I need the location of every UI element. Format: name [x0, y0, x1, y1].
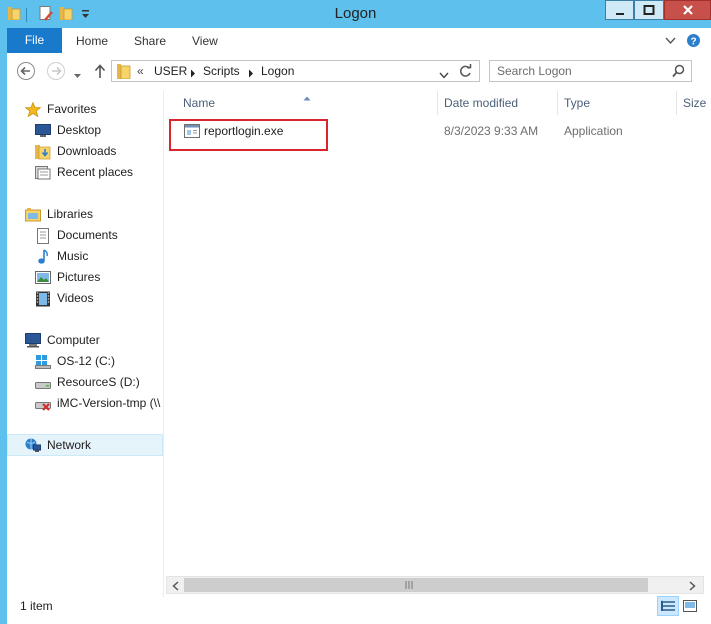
search-box[interactable] [489, 60, 692, 82]
search-input[interactable] [497, 62, 662, 80]
scroll-right-icon[interactable] [689, 580, 696, 594]
column-header-size[interactable]: Size [683, 91, 711, 115]
up-arrow-icon[interactable] [93, 63, 107, 82]
nav-libraries[interactable]: Libraries [24, 204, 164, 225]
file-type: Application [564, 124, 623, 138]
column-separator[interactable] [676, 91, 677, 115]
expand-ribbon-icon[interactable] [665, 35, 676, 49]
breadcrumb-logon[interactable]: Logon [261, 64, 294, 78]
column-header-date-modified[interactable]: Date modified [444, 91, 552, 115]
address-bar[interactable]: « USER Scripts Logon [111, 60, 480, 82]
search-icon[interactable] [672, 64, 685, 81]
address-dropdown-icon[interactable] [439, 68, 449, 82]
scrollbar-thumb[interactable] [184, 578, 648, 592]
column-header-name[interactable]: Name [183, 91, 433, 115]
nav-downloads[interactable]: Downloads [34, 141, 164, 162]
overflow-chevron[interactable]: « [137, 64, 144, 78]
nav-desktop[interactable]: Desktop [34, 120, 164, 141]
breadcrumb-arrow-icon[interactable] [248, 67, 254, 81]
nav-favorites[interactable]: Favorites [24, 99, 164, 120]
refresh-icon[interactable] [459, 64, 472, 81]
music-icon [35, 249, 51, 264]
file-date-modified: 8/3/2023 9:33 AM [444, 124, 539, 138]
svg-text:?: ? [690, 36, 696, 47]
highlight-annotation-box [169, 119, 328, 151]
nav-network[interactable]: Network [7, 434, 163, 456]
tab-home[interactable]: Home [76, 28, 108, 53]
videos-icon [35, 291, 51, 307]
computer-icon [25, 333, 41, 348]
libraries-icon [25, 207, 41, 222]
pictures-icon [35, 270, 51, 285]
network-icon [25, 438, 41, 456]
details-view-button[interactable] [657, 596, 679, 616]
nav-music[interactable]: Music [34, 246, 164, 267]
maximize-button[interactable] [634, 0, 664, 20]
nav-network-drive[interactable]: iMC-Version-tmp (\\ [34, 393, 164, 414]
tab-share[interactable]: Share [134, 28, 166, 53]
drive-icon [35, 375, 51, 390]
nav-recent-places[interactable]: Recent places [34, 162, 164, 183]
column-header-type[interactable]: Type [564, 91, 672, 115]
tab-view[interactable]: View [192, 28, 218, 53]
horizontal-scrollbar[interactable] [166, 576, 704, 594]
documents-icon [35, 228, 51, 244]
nav-pictures[interactable]: Pictures [34, 267, 164, 288]
desktop-icon [35, 123, 51, 138]
column-separator[interactable] [437, 91, 438, 115]
downloads-folder-icon [35, 144, 51, 160]
ribbon-bar [7, 28, 711, 53]
nav-drive-d[interactable]: ResourceS (D:) [34, 372, 164, 393]
breadcrumb-user[interactable]: USER [154, 64, 187, 78]
nav-drive-c[interactable]: OS-12 (C:) [34, 351, 164, 372]
windows-drive-icon [35, 354, 51, 369]
close-button[interactable] [664, 0, 711, 20]
minimize-button[interactable] [605, 0, 634, 20]
nav-videos[interactable]: Videos [34, 288, 164, 309]
star-icon [24, 101, 42, 118]
help-icon[interactable]: ? [686, 33, 701, 51]
back-button[interactable] [16, 61, 36, 84]
column-separator[interactable] [557, 91, 558, 115]
nav-computer[interactable]: Computer [24, 330, 164, 351]
recent-locations-icon[interactable] [73, 68, 82, 82]
scroll-left-icon[interactable] [172, 580, 179, 594]
large-icons-view-button[interactable] [681, 597, 699, 615]
nav-documents[interactable]: Documents [34, 225, 164, 246]
recent-places-icon [35, 165, 51, 180]
forward-button[interactable] [46, 61, 66, 84]
pane-divider[interactable] [163, 91, 164, 597]
breadcrumb-arrow-icon[interactable] [190, 67, 196, 81]
tab-file[interactable]: File [7, 28, 62, 53]
item-count: 1 item [20, 599, 53, 613]
breadcrumb-scripts[interactable]: Scripts [203, 64, 240, 78]
folder-icon [117, 63, 131, 82]
disconnected-network-drive-icon [35, 396, 51, 411]
status-bar [7, 597, 711, 624]
